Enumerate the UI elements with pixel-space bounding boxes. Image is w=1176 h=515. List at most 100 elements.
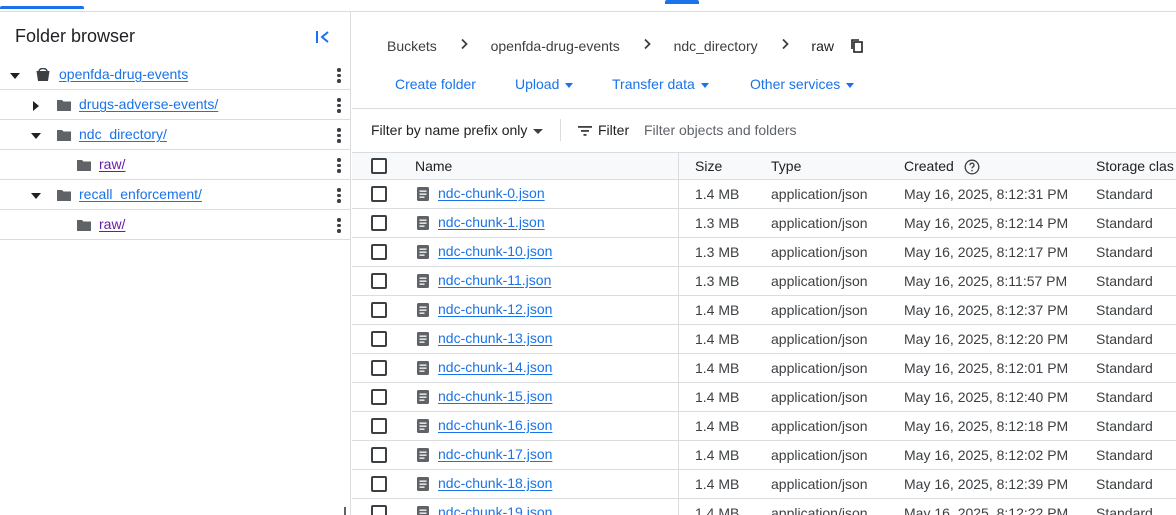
tree-item-label[interactable]: openfda-drug-events (59, 66, 188, 82)
file-name-link[interactable]: ndc-chunk-18.json (438, 475, 552, 491)
file-name-link[interactable]: ndc-chunk-16.json (438, 417, 552, 433)
column-header-size[interactable]: Size (695, 158, 722, 174)
collapse-panel-icon[interactable] (314, 29, 332, 45)
tree-item-label[interactable]: raw/ (99, 216, 125, 232)
row-checkbox[interactable] (371, 215, 387, 231)
file-name-link[interactable]: ndc-chunk-1.json (438, 214, 545, 230)
row-checkbox[interactable] (371, 418, 387, 434)
tree-item[interactable]: raw/ (0, 210, 350, 240)
column-divider[interactable] (678, 152, 679, 515)
file-name-link[interactable]: ndc-chunk-0.json (438, 185, 545, 201)
file-name-link[interactable]: ndc-chunk-15.json (438, 388, 552, 404)
column-header-type[interactable]: Type (771, 158, 801, 174)
more-vert-icon[interactable] (336, 68, 342, 84)
file-name-link[interactable]: ndc-chunk-19.json (438, 504, 552, 515)
table-row[interactable]: ndc-chunk-13.json 1.4 MB application/json M… (352, 325, 1176, 354)
table-row[interactable]: ndc-chunk-18.json 1.4 MB application/json M… (352, 470, 1176, 499)
select-all-checkbox[interactable] (371, 158, 387, 174)
table-row[interactable]: ndc-chunk-0.json 1.4 MB application/json Ma… (352, 180, 1176, 209)
file-created: May 16, 2025, 8:12:40 PM (904, 389, 1069, 405)
tree-item[interactable]: raw/ (0, 150, 350, 180)
more-vert-icon[interactable] (336, 128, 342, 144)
more-vert-icon[interactable] (336, 218, 342, 234)
row-checkbox[interactable] (371, 302, 387, 318)
table-row[interactable]: ndc-chunk-16.json 1.4 MB application/json M… (352, 412, 1176, 441)
filter-icon (578, 126, 592, 137)
file-name-link[interactable]: ndc-chunk-17.json (438, 446, 552, 462)
table-row[interactable]: ndc-chunk-14.json 1.4 MB application/json M… (352, 354, 1176, 383)
row-checkbox[interactable] (371, 389, 387, 405)
table-row[interactable]: ndc-chunk-17.json 1.4 MB application/json M… (352, 441, 1176, 470)
file-size: 1.4 MB (695, 505, 740, 515)
filter-button[interactable]: Filter (578, 122, 629, 138)
row-checkbox[interactable] (371, 331, 387, 347)
file-name-link[interactable]: ndc-chunk-14.json (438, 359, 552, 375)
created-header-label: Created (904, 158, 954, 174)
column-header-created[interactable]: Created (904, 158, 980, 175)
tree-item[interactable]: openfda-drug-events (0, 60, 350, 90)
expand-arrow-down-icon[interactable] (9, 70, 21, 82)
expand-arrow-right-icon[interactable] (30, 100, 42, 112)
file-name-link[interactable]: ndc-chunk-11.json (438, 272, 551, 288)
file-type: application/json (771, 186, 868, 202)
breadcrumb-bucket[interactable]: openfda-drug-events (491, 38, 620, 54)
row-checkbox[interactable] (371, 447, 387, 463)
filter-input[interactable] (644, 119, 944, 141)
row-checkbox[interactable] (371, 505, 387, 515)
tree-item-label[interactable]: recall_enforcement/ (79, 186, 202, 202)
column-header-storage[interactable]: Storage clas (1096, 158, 1174, 174)
dropdown-caret-icon (533, 128, 544, 134)
copy-icon[interactable] (850, 38, 864, 54)
file-size: 1.4 MB (695, 302, 740, 318)
row-checkbox[interactable] (371, 476, 387, 492)
tree-item-label[interactable]: ndc_directory/ (79, 126, 167, 142)
file-icon (417, 361, 429, 375)
table-row[interactable]: ndc-chunk-11.json 1.3 MB application/json M… (352, 267, 1176, 296)
tree-item-label[interactable]: drugs-adverse-events/ (79, 96, 218, 112)
bucket-icon (36, 68, 50, 81)
more-vert-icon[interactable] (336, 98, 342, 114)
upload-button[interactable]: Upload (515, 76, 574, 92)
file-icon (417, 448, 429, 462)
table-row[interactable]: ndc-chunk-19.json 1.4 MB application/json M… (352, 499, 1176, 515)
row-checkbox[interactable] (371, 186, 387, 202)
more-vert-icon[interactable] (336, 158, 342, 174)
filter-bar: Filter by name prefix only Filter (352, 108, 1176, 152)
row-checkbox[interactable] (371, 360, 387, 376)
file-storage-class: Standard (1096, 447, 1153, 463)
tree-item[interactable]: ndc_directory/ (0, 120, 350, 150)
table-row[interactable]: ndc-chunk-15.json 1.4 MB application/json M… (352, 383, 1176, 412)
column-header-name[interactable]: Name (415, 158, 452, 174)
help-icon[interactable] (964, 159, 980, 175)
table-row[interactable]: ndc-chunk-12.json 1.4 MB application/json M… (352, 296, 1176, 325)
row-checkbox[interactable] (371, 244, 387, 260)
file-name-link[interactable]: ndc-chunk-10.json (438, 243, 552, 259)
tree-item[interactable]: drugs-adverse-events/ (0, 90, 350, 120)
folder-icon (57, 130, 71, 141)
folder-browser-panel: Folder browser openfda-drug-events drugs-… (0, 12, 351, 515)
file-storage-class: Standard (1096, 476, 1153, 492)
create-folder-button[interactable]: Create folder (395, 76, 476, 92)
file-type: application/json (771, 476, 868, 492)
file-size: 1.3 MB (695, 273, 740, 289)
row-checkbox[interactable] (371, 273, 387, 289)
filter-prefix-dropdown[interactable]: Filter by name prefix only (371, 122, 544, 138)
expand-arrow-down-icon[interactable] (30, 130, 42, 142)
file-storage-class: Standard (1096, 389, 1153, 405)
file-created: May 16, 2025, 8:12:39 PM (904, 476, 1069, 492)
file-name-link[interactable]: ndc-chunk-13.json (438, 330, 552, 346)
expand-arrow-down-icon[interactable] (30, 190, 42, 202)
scrollbar-handle[interactable] (344, 507, 346, 515)
breadcrumb-buckets[interactable]: Buckets (387, 38, 437, 54)
transfer-data-button[interactable]: Transfer data (612, 76, 709, 92)
tree-item-label[interactable]: raw/ (99, 156, 125, 172)
file-type: application/json (771, 360, 868, 376)
file-name-link[interactable]: ndc-chunk-12.json (438, 301, 552, 317)
tree-item[interactable]: recall_enforcement/ (0, 180, 350, 210)
more-vert-icon[interactable] (336, 188, 342, 204)
table-row[interactable]: ndc-chunk-10.json 1.3 MB application/json M… (352, 238, 1176, 267)
breadcrumb-folder[interactable]: ndc_directory (674, 38, 758, 54)
file-size: 1.3 MB (695, 244, 740, 260)
table-row[interactable]: ndc-chunk-1.json 1.3 MB application/json Ma… (352, 209, 1176, 238)
other-services-button[interactable]: Other services (750, 76, 855, 92)
